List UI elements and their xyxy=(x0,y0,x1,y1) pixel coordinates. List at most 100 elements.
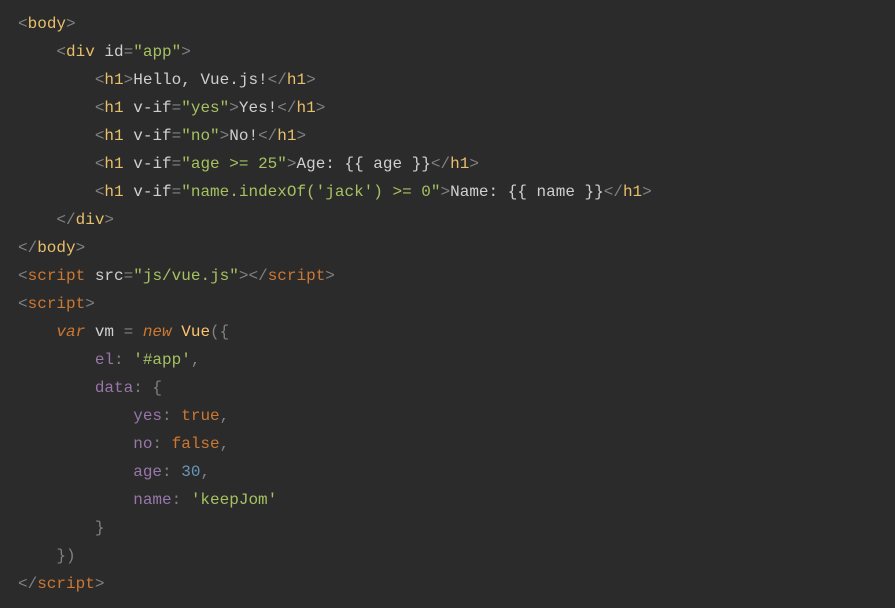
code-token: No! xyxy=(229,127,258,145)
code-line[interactable]: name: 'keepJom' xyxy=(18,486,877,514)
code-token xyxy=(18,407,133,425)
code-token: > xyxy=(296,127,306,145)
code-token: < xyxy=(95,127,105,145)
code-line[interactable]: </div> xyxy=(18,206,877,234)
code-token: = xyxy=(172,99,182,117)
code-token: = xyxy=(172,183,182,201)
code-token: v-if xyxy=(133,155,171,173)
code-token: h1 xyxy=(104,127,133,145)
code-line[interactable]: </body> xyxy=(18,234,877,262)
code-token: : xyxy=(172,491,191,509)
code-token: > xyxy=(306,71,316,89)
code-token: </ xyxy=(56,211,75,229)
code-token: v-if xyxy=(133,127,171,145)
code-token: name xyxy=(133,491,171,509)
code-token: div xyxy=(66,43,104,61)
code-token: </ xyxy=(18,239,37,257)
code-token: el xyxy=(95,351,114,369)
code-line[interactable]: el: '#app', xyxy=(18,346,877,374)
code-token: , xyxy=(191,351,201,369)
code-token xyxy=(18,519,95,537)
code-token xyxy=(18,127,95,145)
code-token: }) xyxy=(56,547,75,565)
code-token: < xyxy=(95,183,105,201)
code-token: </ xyxy=(431,155,450,173)
code-token xyxy=(18,379,95,397)
code-editor[interactable]: <body> <div id="app"> <h1>Hello, Vue.js!… xyxy=(18,10,877,598)
code-line[interactable]: <script> xyxy=(18,290,877,318)
code-token: "app" xyxy=(133,43,181,61)
code-token: h1 xyxy=(287,71,306,89)
code-token: , xyxy=(200,463,210,481)
code-token: , xyxy=(220,407,230,425)
code-line[interactable]: no: false, xyxy=(18,430,877,458)
code-token: > xyxy=(85,295,95,313)
code-token: new xyxy=(143,323,181,341)
code-token: Hello, Vue.js! xyxy=(133,71,267,89)
code-token xyxy=(18,351,95,369)
code-token: var xyxy=(56,323,94,341)
code-token xyxy=(18,323,56,341)
code-token: : xyxy=(162,407,181,425)
code-line[interactable]: <body> xyxy=(18,10,877,38)
code-token: 'keepJom' xyxy=(191,491,277,509)
code-line[interactable]: <div id="app"> xyxy=(18,38,877,66)
code-token: > xyxy=(642,183,652,201)
code-line[interactable]: } xyxy=(18,514,877,542)
code-token: age xyxy=(133,463,162,481)
code-token: </ xyxy=(604,183,623,201)
code-token: } xyxy=(95,519,105,537)
code-token: 30 xyxy=(181,463,200,481)
code-token: Yes! xyxy=(239,99,277,117)
code-token: vm xyxy=(95,323,124,341)
code-token: body xyxy=(28,15,66,33)
code-token: Vue xyxy=(181,323,210,341)
code-line[interactable]: data: { xyxy=(18,374,877,402)
code-token: ({ xyxy=(210,323,229,341)
code-line[interactable]: <h1 v-if="no">No!</h1> xyxy=(18,122,877,150)
code-token xyxy=(18,183,95,201)
code-token xyxy=(18,99,95,117)
code-token: script xyxy=(28,267,95,285)
code-line[interactable]: </script> xyxy=(18,570,877,598)
code-token: > xyxy=(220,127,230,145)
code-token: < xyxy=(18,267,28,285)
code-line[interactable]: yes: true, xyxy=(18,402,877,430)
code-token: body xyxy=(37,239,75,257)
code-token: "name.indexOf('jack') >= 0" xyxy=(181,183,440,201)
code-line[interactable]: <h1 v-if="name.indexOf('jack') >= 0">Nam… xyxy=(18,178,877,206)
code-token: v-if xyxy=(133,99,171,117)
code-token: true xyxy=(181,407,219,425)
code-token: ></ xyxy=(239,267,268,285)
code-line[interactable]: <h1 v-if="age >= 25">Age: {{ age }}</h1> xyxy=(18,150,877,178)
code-token: </ xyxy=(18,575,37,593)
code-token: < xyxy=(95,99,105,117)
code-token: > xyxy=(181,43,191,61)
code-token: yes xyxy=(133,407,162,425)
code-token: h1 xyxy=(104,99,133,117)
code-token xyxy=(18,463,133,481)
code-token: false xyxy=(172,435,220,453)
code-token: : xyxy=(114,351,133,369)
code-token: </ xyxy=(268,71,287,89)
code-line[interactable]: <h1 v-if="yes">Yes!</h1> xyxy=(18,94,877,122)
code-token: h1 xyxy=(104,183,133,201)
code-token: Age: {{ age }} xyxy=(296,155,430,173)
code-token: : xyxy=(152,435,171,453)
code-line[interactable]: <h1>Hello, Vue.js!</h1> xyxy=(18,66,877,94)
code-token: div xyxy=(76,211,105,229)
code-token xyxy=(18,43,56,61)
code-line[interactable]: age: 30, xyxy=(18,458,877,486)
code-token xyxy=(18,155,95,173)
code-token: "no" xyxy=(181,127,219,145)
code-token: h1 xyxy=(623,183,642,201)
code-token: src xyxy=(95,267,124,285)
code-line[interactable]: <script src="js/vue.js"></script> xyxy=(18,262,877,290)
code-token: = xyxy=(172,127,182,145)
code-line[interactable]: }) xyxy=(18,542,877,570)
code-token: script xyxy=(37,575,95,593)
code-token: h1 xyxy=(296,99,315,117)
code-token xyxy=(18,547,56,565)
code-line[interactable]: var vm = new Vue({ xyxy=(18,318,877,346)
code-token xyxy=(18,71,95,89)
